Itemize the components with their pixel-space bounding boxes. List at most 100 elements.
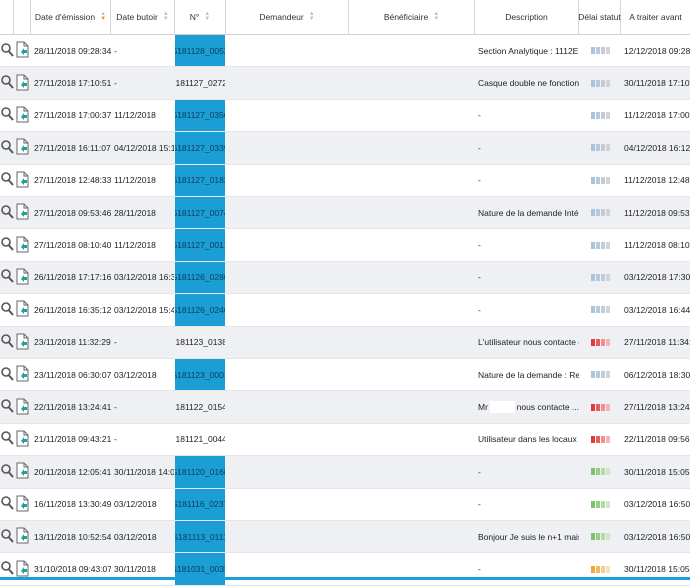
open-document-icon[interactable] xyxy=(16,398,29,417)
sort-icon[interactable]: ▲ ▼ xyxy=(100,11,106,22)
open-document-icon[interactable] xyxy=(16,74,29,93)
ticket-number[interactable]: S181120_0168 xyxy=(175,456,225,488)
open-document-icon[interactable] xyxy=(16,106,29,125)
header-label: N° xyxy=(189,12,200,22)
table-row[interactable]: 13/11/2018 10:52:54 03/12/2018 S181113_011… xyxy=(0,521,690,554)
table-row[interactable]: 26/11/2018 17:17:1603/12/2018 16:30:33S1… xyxy=(0,261,690,295)
table-row[interactable]: 27/11/2018 17:00:3711/12/2018 S181127_035… xyxy=(0,99,690,133)
description-text: - xyxy=(478,110,481,121)
table-row[interactable]: 16/11/2018 13:30:4903/12/2018 S181116_023… xyxy=(0,488,690,521)
description-text: - xyxy=(478,175,481,186)
open-document-icon[interactable] xyxy=(16,527,29,546)
ticket-number[interactable]: S181126_0280 xyxy=(175,261,225,294)
date-butoir: 28/11/2018 xyxy=(114,207,156,218)
search-icon[interactable] xyxy=(1,561,14,577)
ticket-number[interactable]: S181128_0052 xyxy=(175,35,225,67)
status-delay-indicator xyxy=(579,424,621,455)
sort-icon[interactable]: ▲ ▼ xyxy=(163,11,169,22)
date-butoir: 11/12/2018 xyxy=(114,175,156,186)
header-delai-statut[interactable]: Délai statut xyxy=(578,0,621,34)
date-butoir: 03/12/2018 xyxy=(114,531,157,542)
header-demandeur[interactable]: Demandeur ▲ ▼ xyxy=(226,0,349,34)
header-a-traiter-avant[interactable]: A traiter avant xyxy=(621,0,690,34)
table-row[interactable]: 20/11/2018 12:05:4130/11/2018 14:05:43S1… xyxy=(0,456,690,489)
table-row[interactable]: 22/11/2018 13:24:41- I181122_0154 Mr nous c… xyxy=(0,391,690,424)
table-row[interactable]: 23/11/2018 06:30:0703/12/2018 S181123_000… xyxy=(0,359,690,392)
search-icon[interactable] xyxy=(1,334,14,350)
search-icon[interactable] xyxy=(1,399,14,415)
ticket-number[interactable]: S181127_0017 xyxy=(175,229,225,261)
table-row[interactable]: 21/11/2018 09:43:21- I181121_0044 Utilisat… xyxy=(0,424,690,457)
ticket-number[interactable]: I181122_0154 xyxy=(175,391,225,422)
header-beneficiaire[interactable]: Bénéficiaire ▲ ▼ xyxy=(349,0,475,34)
ticket-number[interactable]: S181123_0001 xyxy=(175,359,225,391)
open-document-icon[interactable] xyxy=(16,495,29,514)
ticket-number[interactable]: I181127_0272 xyxy=(175,67,225,98)
search-icon[interactable] xyxy=(1,302,14,318)
table-row[interactable]: 27/11/2018 08:10:4011/12/2018 S181127_001… xyxy=(0,229,690,262)
search-icon[interactable] xyxy=(1,204,14,221)
ticket-number[interactable]: S181127_0182 xyxy=(175,164,225,196)
ticket-number[interactable]: S181127_0339 xyxy=(175,132,225,164)
open-document-icon[interactable] xyxy=(16,171,29,190)
search-icon[interactable] xyxy=(1,366,14,383)
search-icon[interactable] xyxy=(1,431,14,447)
ticket-number[interactable]: S181116_0237 xyxy=(175,488,225,520)
open-document-icon[interactable] xyxy=(16,365,29,384)
table-row[interactable]: 31/10/2018 09:43:0730/11/2018 S181031_003… xyxy=(0,553,690,586)
table-row[interactable]: 27/11/2018 16:11:0704/12/2018 15:12:49S1… xyxy=(0,132,690,165)
sort-icon[interactable]: ▲ ▼ xyxy=(433,11,439,22)
search-icon[interactable] xyxy=(1,140,14,156)
search-icon[interactable] xyxy=(1,528,14,545)
status-bar xyxy=(590,241,610,249)
search-icon[interactable] xyxy=(1,496,14,512)
open-document-icon[interactable] xyxy=(16,300,29,319)
open-document-icon[interactable] xyxy=(16,41,29,60)
table-row[interactable]: 27/11/2018 09:53:4628/11/2018 S181127_007… xyxy=(0,197,690,230)
search-icon[interactable] xyxy=(1,464,14,480)
header-date-butoir[interactable]: Date butoir ▲ ▼ xyxy=(111,0,175,34)
table-row[interactable]: 27/11/2018 12:48:3311/12/2018 S181127_018… xyxy=(0,164,690,197)
table-row[interactable]: 27/11/2018 17:10:51- I181127_0272 Casque d… xyxy=(0,67,690,100)
search-icon[interactable] xyxy=(1,75,14,91)
date-emission: 23/11/2018 06:30:07 xyxy=(34,369,111,380)
treat-before-date: 27/11/2018 11:34:51 xyxy=(624,337,690,348)
open-document-icon[interactable] xyxy=(16,560,29,579)
open-document-icon[interactable] xyxy=(16,333,29,352)
search-icon[interactable] xyxy=(1,269,14,285)
search-icon[interactable] xyxy=(1,42,14,59)
open-document-icon[interactable] xyxy=(16,462,29,481)
open-document-icon[interactable] xyxy=(16,138,29,157)
sort-icon[interactable]: ▲ ▼ xyxy=(204,11,210,22)
ticket-number[interactable]: S181113_0111 xyxy=(175,521,225,553)
table-row[interactable]: 28/11/2018 09:28:34- S181128_0052 Section … xyxy=(0,35,690,68)
header-num[interactable]: N° ▲ ▼ xyxy=(175,0,226,34)
header-description[interactable]: Description xyxy=(475,0,579,34)
open-document-icon[interactable] xyxy=(16,203,29,222)
description-cell: L'utilisateur nous contacte ca... xyxy=(475,327,579,358)
ticket-number[interactable]: I181121_0044 xyxy=(175,424,225,455)
search-icon[interactable] xyxy=(1,172,14,188)
ticket-number[interactable]: S181126_0246 xyxy=(175,294,225,326)
table-row[interactable]: 26/11/2018 16:35:1203/12/2018 15:44:58S1… xyxy=(0,294,690,327)
ticket-number[interactable]: S181127_0356 xyxy=(175,99,225,132)
search-icon[interactable] xyxy=(1,237,14,253)
ticket-number[interactable]: S181031_0039 xyxy=(175,553,225,585)
header-date-emission[interactable]: Date d'émission ▲ ▼ xyxy=(31,0,111,34)
table-row[interactable]: 23/11/2018 11:32:29- I181123_0138 L'utilis… xyxy=(0,326,690,359)
date-butoir: 30/11/2018 xyxy=(114,564,156,575)
sort-icon[interactable]: ▲ ▼ xyxy=(309,11,315,22)
row-actions xyxy=(0,424,31,455)
header-label: Date butoir xyxy=(116,12,158,22)
status-delay-indicator xyxy=(579,165,621,196)
search-icon[interactable] xyxy=(1,107,14,123)
status-delay-indicator xyxy=(579,489,621,520)
open-document-icon[interactable] xyxy=(16,430,29,449)
treat-before-date: 03/12/2018 16:50:34 xyxy=(624,531,690,542)
ticket-number[interactable]: S181127_0074 xyxy=(175,197,225,229)
status-bar xyxy=(590,209,610,217)
date-emission: 27/11/2018 16:11:07 xyxy=(34,142,111,153)
open-document-icon[interactable] xyxy=(16,236,29,255)
open-document-icon[interactable] xyxy=(16,268,29,287)
ticket-number[interactable]: I181123_0138 xyxy=(175,327,225,358)
